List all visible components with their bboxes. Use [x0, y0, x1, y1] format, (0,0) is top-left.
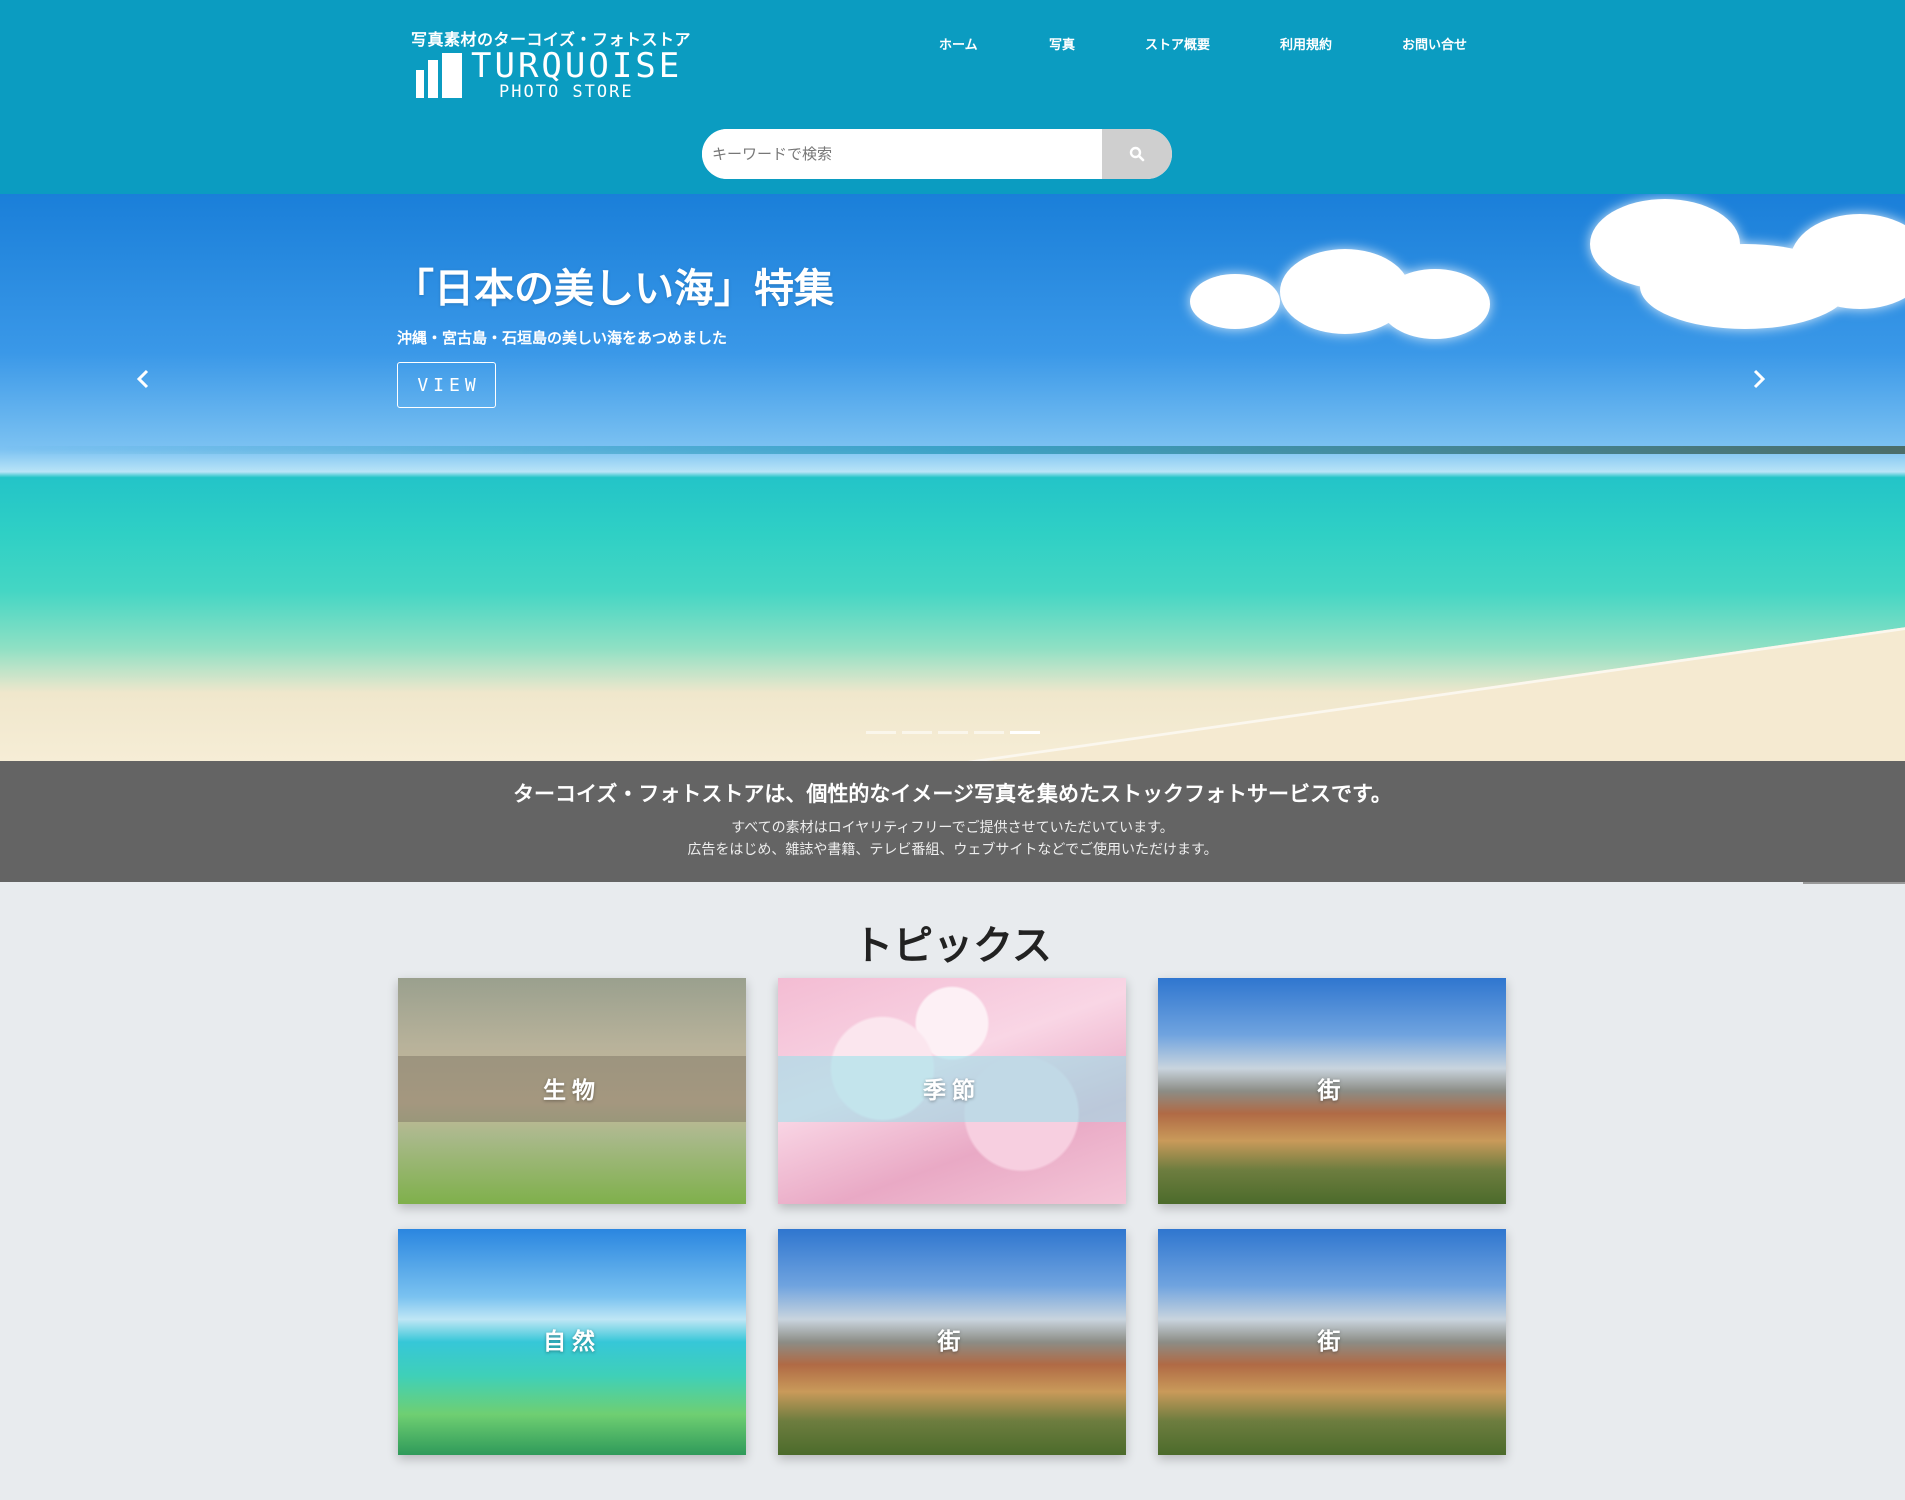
topic-card-animals[interactable]: 生物 [398, 978, 746, 1204]
divider [1803, 882, 1905, 884]
search-icon [1129, 146, 1145, 162]
topics-title: トピックス [853, 923, 1052, 969]
nav-contact[interactable]: お問い合せ [1402, 34, 1467, 53]
topic-card-label: 街 [937, 1329, 967, 1355]
topic-card-seasons[interactable]: 季節 [778, 978, 1126, 1204]
topic-card-label: 自然 [543, 1329, 601, 1355]
hero-beach [593, 603, 1905, 761]
logo-bars-icon [416, 53, 464, 98]
carousel-prev-button[interactable] [131, 364, 155, 394]
topic-card-nature[interactable]: 自然 [398, 1229, 746, 1455]
hero-subtitle: 沖縄・宮古島・石垣島の美しい海をあつめました [397, 329, 728, 347]
search-bar [702, 129, 1172, 179]
carousel-indicators [866, 731, 1046, 735]
chevron-left-icon [136, 369, 149, 389]
topic-card-label: 生物 [543, 1078, 601, 1104]
nav-home[interactable]: ホーム [939, 34, 978, 53]
topic-card-label: 季節 [923, 1078, 981, 1104]
intro-text-line: 広告をはじめ、雑誌や書籍、テレビ番組、ウェブサイトなどでご使用いただけます。 [687, 842, 1218, 858]
main-nav: ホーム 写真 ストア概要 利用規約 お問い合せ [0, 34, 1905, 54]
hero-cloud [1380, 269, 1490, 339]
hero-view-button[interactable]: VIEW [397, 362, 496, 408]
carousel-dot[interactable] [974, 731, 1004, 734]
intro-title: ターコイズ・フォトストアは、個性的なイメージ写真を集めたストックフォトサービスで… [513, 782, 1392, 806]
nav-about[interactable]: ストア概要 [1145, 34, 1210, 53]
chevron-right-icon [1753, 369, 1766, 389]
carousel-dot-active[interactable] [1010, 731, 1040, 734]
search-button[interactable] [1102, 129, 1172, 179]
hero-horizon [0, 446, 1905, 454]
logo-subtitle: PHOTO STORE [499, 82, 634, 102]
hero-title: 「日本の美しい海」特集 [394, 266, 834, 312]
intro-text-line: すべての素材はロイヤリティフリーでご提供させていただいています。 [731, 820, 1174, 836]
intro-band: ターコイズ・フォトストアは、個性的なイメージ写真を集めたストックフォトサービスで… [0, 761, 1905, 882]
site-header: 写真素材のターコイズ・フォトストア TURQUOISE PHOTO STORE … [0, 0, 1905, 194]
carousel-next-button[interactable] [1747, 364, 1771, 394]
hero-carousel: 「日本の美しい海」特集 沖縄・宮古島・石垣島の美しい海をあつめました VIEW [0, 194, 1905, 761]
carousel-dot[interactable] [938, 731, 968, 734]
topic-card-city[interactable]: 街 [778, 1229, 1126, 1455]
hero-cloud [1190, 274, 1280, 329]
search-input[interactable] [702, 129, 1102, 179]
topic-card-city[interactable]: 街 [1158, 978, 1506, 1204]
nav-photos[interactable]: 写真 [1049, 34, 1075, 53]
topic-card-city[interactable]: 街 [1158, 1229, 1506, 1455]
nav-terms[interactable]: 利用規約 [1280, 34, 1332, 53]
carousel-dot[interactable] [902, 731, 932, 734]
carousel-dot[interactable] [866, 731, 896, 734]
topic-card-label: 街 [1317, 1329, 1347, 1355]
topic-card-label: 街 [1317, 1078, 1347, 1104]
